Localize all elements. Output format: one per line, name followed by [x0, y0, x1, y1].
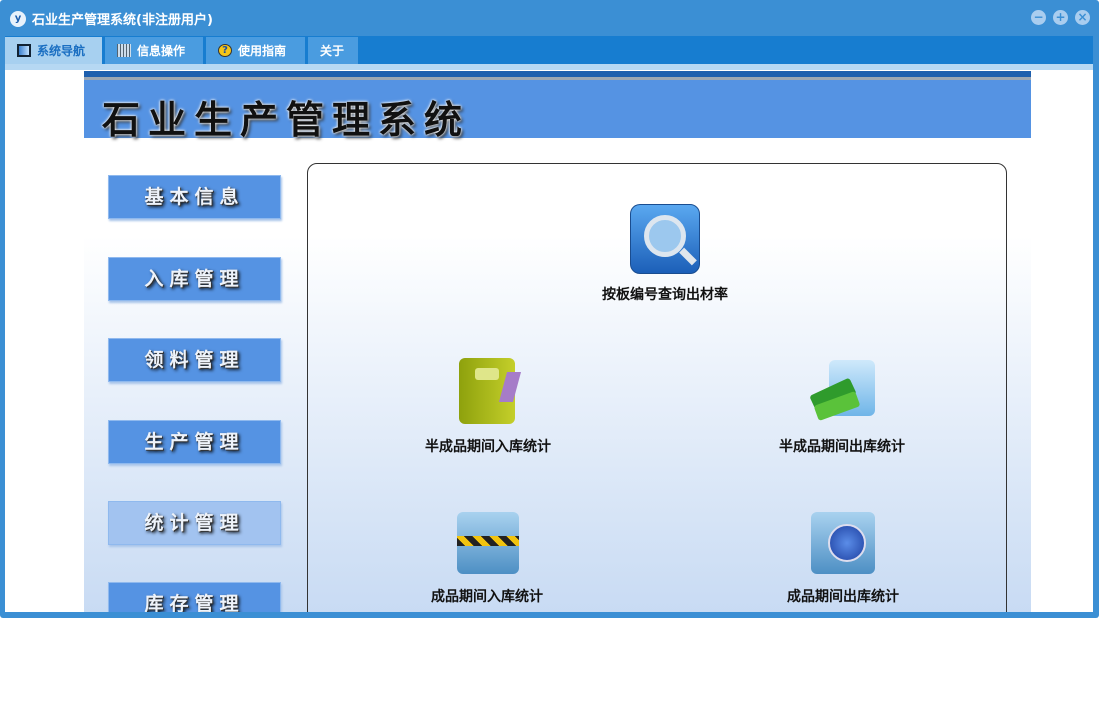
item-label: 按板编号查询出材率 — [602, 287, 728, 303]
nav-basic-info[interactable]: 基本信息 — [108, 175, 281, 219]
finished-inbound-stats-item[interactable]: 成品期间入库统计 — [387, 506, 587, 606]
item-label: 半成品期间入库统计 — [425, 439, 551, 455]
menu-tabs: 系统导航 信息操作 ? 使用指南 关于 — [5, 36, 1093, 64]
item-label: 成品期间入库统计 — [431, 589, 543, 605]
monitor-icon — [17, 44, 31, 57]
semi-inbound-stats-item[interactable]: 半成品期间入库统计 — [388, 356, 588, 456]
title-bar: y 石业生产管理系统(非注册用户) — [10, 9, 213, 28]
nav-production[interactable]: 生产管理 — [108, 420, 281, 464]
nav-statistics[interactable]: 统计管理 — [108, 501, 281, 545]
nav-inventory[interactable]: 库存管理 — [108, 582, 281, 612]
app-logo-icon: y — [10, 10, 26, 27]
caution-folder-icon — [452, 506, 522, 576]
help-icon: ? — [218, 44, 232, 57]
tab-label: 关于 — [320, 44, 345, 58]
app-window: y 石业生产管理系统(非注册用户) − + × 系统导航 信息操作 ? 使用指南… — [0, 0, 1099, 618]
globe-folder-icon — [808, 506, 878, 576]
tab-about[interactable]: 关于 — [308, 37, 358, 64]
tab-label: 信息操作 — [137, 44, 186, 58]
nav-material[interactable]: 领料管理 — [108, 338, 281, 382]
close-icon[interactable]: × — [1075, 10, 1090, 25]
tab-label: 使用指南 — [238, 44, 287, 58]
item-label: 半成品期间出库统计 — [779, 439, 905, 455]
main-content: 石业生产管理系统 基本信息 入库管理 领料管理 生产管理 统计管理 库存管理 按… — [5, 70, 1093, 612]
grid-icon — [117, 44, 131, 57]
banner-title: 石业生产管理系统 — [102, 98, 471, 142]
tab-system-nav[interactable]: 系统导航 — [5, 37, 102, 64]
tab-guide[interactable]: ? 使用指南 — [206, 37, 305, 64]
minimize-icon[interactable]: − — [1031, 10, 1046, 25]
query-yield-item[interactable]: 按板编号查询出材率 — [565, 204, 765, 304]
books-folder-icon — [807, 356, 877, 426]
tab-label: 系统导航 — [37, 44, 86, 58]
semi-outbound-stats-item[interactable]: 半成品期间出库统计 — [742, 356, 942, 456]
tab-info-ops[interactable]: 信息操作 — [105, 37, 203, 64]
nav-inbound[interactable]: 入库管理 — [108, 257, 281, 301]
notebook-icon — [453, 356, 523, 426]
magnifier-icon — [630, 204, 700, 274]
window-title: 石业生产管理系统(非注册用户) — [32, 13, 213, 28]
maximize-icon[interactable]: + — [1053, 10, 1068, 25]
banner: 石业生产管理系统 — [84, 71, 1031, 142]
finished-outbound-stats-item[interactable]: 成品期间出库统计 — [743, 506, 943, 606]
item-label: 成品期间出库统计 — [787, 589, 899, 605]
